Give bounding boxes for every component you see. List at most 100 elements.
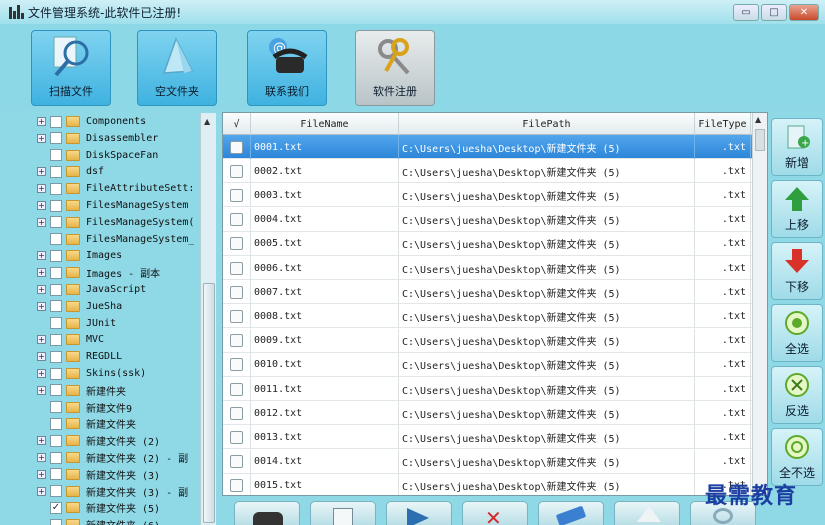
expand-plus-icon[interactable]: + (37, 385, 46, 395)
table-row[interactable]: 0005.txt C:\Users\juesha\Desktop\新建文件夹 (5… (223, 231, 753, 256)
row-checkbox[interactable] (230, 164, 243, 178)
tree-item-checkbox[interactable] (50, 367, 62, 380)
tree-item-checkbox[interactable] (50, 283, 62, 296)
table-row[interactable]: 0012.txt C:\Users\juesha\Desktop\新建文件夹 (5… (223, 401, 753, 426)
table-scroll-up-icon[interactable]: ▲ (755, 115, 761, 124)
tree-item-checkbox[interactable] (50, 149, 62, 162)
table-row[interactable]: 0010.txt C:\Users\juesha\Desktop\新建文件夹 (5… (223, 352, 753, 377)
binoculars-button[interactable] (234, 501, 300, 525)
minimize-button[interactable]: ▭ (733, 4, 759, 21)
tree-item-checkbox[interactable] (50, 401, 62, 414)
tree-item-checkbox[interactable] (50, 115, 62, 128)
header-check[interactable]: √ (223, 113, 251, 135)
table-row[interactable]: 0006.txt C:\Users\juesha\Desktop\新建文件夹 (5… (223, 256, 753, 280)
table-scroll-thumb[interactable] (755, 129, 765, 151)
table-row[interactable]: 0002.txt C:\Users\juesha\Desktop\新建文件夹 (5… (223, 159, 753, 184)
tree-item[interactable]: + Images (34, 247, 200, 264)
expand-plus-icon[interactable]: + (37, 133, 46, 143)
tree-item-checkbox[interactable] (50, 518, 62, 525)
tree-item[interactable]: + 新建文件夹 (2) - 副 (34, 449, 200, 466)
row-checkbox[interactable] (230, 455, 243, 469)
tree-item-checkbox[interactable]: ✓ (50, 501, 62, 514)
expand-plus-icon[interactable]: + (37, 201, 46, 210)
table-scrollbar[interactable]: ▲ (752, 113, 767, 495)
table-row[interactable]: 0008.txt C:\Users\juesha\Desktop\新建文件夹 (5… (223, 304, 753, 329)
row-checkbox[interactable] (230, 140, 243, 154)
move-button[interactable] (386, 501, 452, 525)
tree-scrollbar[interactable]: ▲ (200, 113, 216, 525)
expand-plus-icon[interactable]: + (37, 285, 46, 294)
expand-plus-icon[interactable]: + (37, 184, 46, 194)
tree-item[interactable]: + FilesManageSystem( (34, 214, 200, 231)
table-row[interactable]: 0004.txt C:\Users\juesha\Desktop\新建文件夹 (5… (223, 207, 753, 232)
table-row[interactable]: 0003.txt C:\Users\juesha\Desktop\新建文件夹 (5… (223, 183, 753, 208)
empty-folder-button[interactable]: 空文件夹 (137, 30, 217, 106)
tree-item[interactable]: 新建文件9 (34, 399, 200, 416)
maximize-button[interactable]: □ (761, 4, 787, 21)
tree-item[interactable]: + dsf (34, 163, 200, 180)
tree-scroll-thumb[interactable] (203, 283, 215, 523)
tree-item-checkbox[interactable] (50, 249, 62, 262)
table-row[interactable]: 0001.txt C:\Users\juesha\Desktop\新建文件夹 (5… (223, 135, 753, 159)
expand-plus-icon[interactable]: + (37, 335, 46, 345)
row-checkbox[interactable] (230, 406, 243, 420)
tree-item[interactable]: ✓ 新建文件夹 (5) (34, 499, 200, 516)
table-row[interactable]: 0007.txt C:\Users\juesha\Desktop\新建文件夹 (5… (223, 280, 753, 305)
tree-item[interactable]: + 新建件夹 (34, 382, 200, 399)
header-filepath[interactable]: FilePath (399, 113, 695, 135)
invert-select-button[interactable]: 反选 (771, 366, 823, 424)
scan-files-button[interactable]: 扫描文件 (31, 30, 111, 106)
expand-plus-icon[interactable]: + (37, 251, 46, 261)
tree-item-checkbox[interactable] (50, 451, 62, 464)
move-down-button[interactable]: 下移 (771, 242, 823, 300)
tree-item[interactable]: + JavaScript (34, 281, 200, 298)
row-checkbox[interactable] (230, 237, 243, 251)
table-row[interactable]: 0015.txt C:\Users\juesha\Desktop\新建文件夹 (5… (223, 473, 753, 495)
delete-button[interactable]: ✕ (462, 501, 528, 525)
tree-item[interactable]: JUnit (34, 315, 200, 332)
table-row[interactable]: 0009.txt C:\Users\juesha\Desktop\新建文件夹 (5… (223, 328, 753, 353)
tree-item-checkbox[interactable] (50, 317, 62, 330)
tree-item[interactable]: FilesManageSystem_ (34, 231, 200, 248)
row-checkbox[interactable] (230, 188, 243, 202)
expand-plus-icon[interactable]: + (37, 301, 46, 311)
scroll-up-arrow-icon[interactable]: ▲ (204, 117, 210, 126)
expand-plus-icon[interactable]: + (37, 352, 46, 362)
tree-item-checkbox[interactable] (50, 333, 62, 346)
expand-plus-icon[interactable]: + (37, 436, 46, 446)
tree-item-checkbox[interactable] (50, 266, 62, 279)
tree-item[interactable]: + REGDLL (34, 348, 200, 365)
tree-item-checkbox[interactable] (50, 216, 62, 229)
tree-item-checkbox[interactable] (50, 417, 62, 430)
tree-item-checkbox[interactable] (50, 300, 62, 313)
expand-plus-icon[interactable]: + (37, 486, 46, 496)
upload-button[interactable] (614, 501, 680, 525)
tree-item[interactable]: + JueSha (34, 298, 200, 315)
export-button[interactable] (310, 501, 376, 525)
expand-plus-icon[interactable]: + (37, 369, 46, 378)
tree-item[interactable]: + Skins(ssk) (34, 365, 200, 382)
expand-plus-icon[interactable]: + (37, 268, 46, 278)
table-row[interactable]: 0011.txt C:\Users\juesha\Desktop\新建文件夹 (5… (223, 377, 753, 401)
tree-item-checkbox[interactable] (50, 384, 62, 397)
expand-plus-icon[interactable]: + (37, 453, 46, 462)
contact-us-button[interactable]: @ 联系我们 (247, 30, 327, 106)
row-checkbox[interactable] (230, 309, 243, 323)
expand-plus-icon[interactable]: + (37, 117, 46, 126)
software-register-button[interactable]: 软件注册 (355, 30, 435, 106)
tree-item[interactable]: + Components (34, 113, 200, 130)
tree-item[interactable]: 新建文件夹 (6) (34, 516, 200, 525)
tree-item-checkbox[interactable] (50, 132, 62, 145)
table-row[interactable]: 0013.txt C:\Users\juesha\Desktop\新建文件夹 (5… (223, 425, 753, 450)
tree-item[interactable]: + FileAttributeSett: (34, 180, 200, 197)
tree-item-checkbox[interactable] (50, 199, 62, 212)
tree-item[interactable]: + FilesManageSystem (34, 197, 200, 214)
tree-item[interactable]: 新建文件夹 (34, 415, 200, 432)
tree-item[interactable]: DiskSpaceFan (34, 147, 200, 164)
row-checkbox[interactable] (230, 382, 243, 396)
move-up-button[interactable]: 上移 (771, 180, 823, 238)
tree-item[interactable]: + Disassembler (34, 130, 200, 147)
expand-plus-icon[interactable]: + (37, 167, 46, 177)
folder-tree[interactable]: + Components + Disassembler DiskSpaceFan + dsf… (34, 113, 218, 525)
tree-item[interactable]: + 新建文件夹 (3) - 副 (34, 483, 200, 500)
